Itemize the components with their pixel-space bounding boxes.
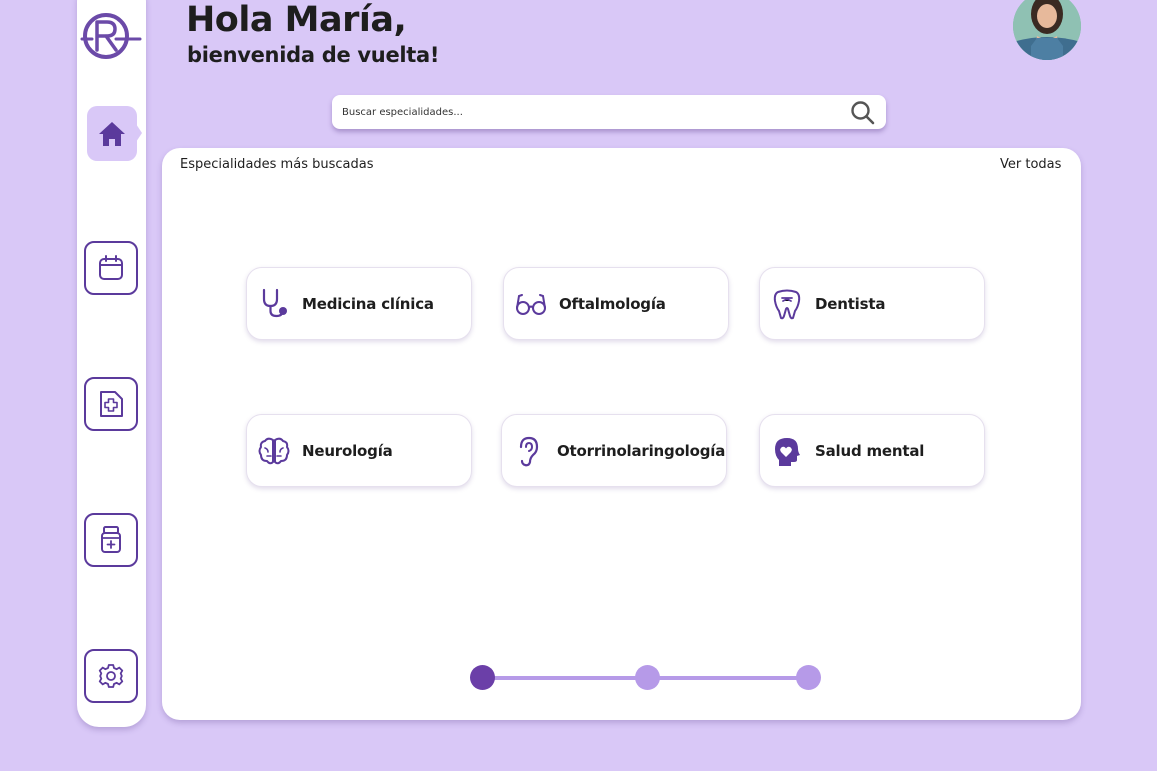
search-bar xyxy=(332,95,886,129)
greeting-subtitle: bienvenida de vuelta! xyxy=(187,43,440,67)
sidebar-item-home[interactable] xyxy=(87,106,137,161)
avatar[interactable] xyxy=(1013,0,1081,60)
home-icon xyxy=(99,121,125,146)
gear-icon xyxy=(98,664,124,688)
specialty-label: Neurología xyxy=(302,441,393,460)
search-icon[interactable] xyxy=(850,100,876,126)
specialty-card-oftalmologia[interactable]: Oftalmología xyxy=(503,267,729,340)
specialty-card-medicina-clinica[interactable]: Medicina clínica xyxy=(246,267,472,340)
medicine-bottle-icon xyxy=(101,526,121,553)
specialty-card-otorrinolaringologia[interactable]: Otorrinolaringología xyxy=(501,414,727,487)
sidebar-item-medications[interactable] xyxy=(84,513,138,567)
specialty-card-neurologia[interactable]: Neurología xyxy=(246,414,472,487)
pager-dot-3[interactable] xyxy=(796,665,821,690)
calendar-icon xyxy=(99,255,123,280)
specialty-label: Oftalmología xyxy=(559,294,666,313)
specialty-label: Dentista xyxy=(815,294,886,313)
pager-dot-2[interactable] xyxy=(635,665,660,690)
specialty-card-dentista[interactable]: Dentista xyxy=(759,267,985,340)
logo-icon[interactable] xyxy=(80,10,142,62)
medical-file-icon xyxy=(100,391,123,417)
section-title: Especialidades más buscadas xyxy=(180,157,374,172)
sidebar-item-appointments[interactable] xyxy=(84,241,138,295)
specialty-label: Salud mental xyxy=(815,441,925,460)
greeting-title: Hola María, xyxy=(186,0,407,40)
sidebar-item-settings[interactable] xyxy=(84,649,138,703)
tooth-icon xyxy=(770,287,804,321)
pager-dot-1[interactable] xyxy=(470,665,495,690)
ear-icon xyxy=(512,434,546,468)
search-input[interactable] xyxy=(342,95,842,129)
specialty-label: Otorrinolaringología xyxy=(557,441,726,460)
stethoscope-icon xyxy=(257,287,291,321)
sidebar-item-medical-records[interactable] xyxy=(84,377,138,431)
see-all-link[interactable]: Ver todas xyxy=(1000,157,1061,172)
active-indicator xyxy=(136,124,142,142)
head-heart-icon xyxy=(770,434,804,468)
specialty-card-salud-mental[interactable]: Salud mental xyxy=(759,414,985,487)
brain-icon xyxy=(257,434,291,468)
glasses-icon xyxy=(514,287,548,321)
specialty-label: Medicina clínica xyxy=(302,294,434,313)
